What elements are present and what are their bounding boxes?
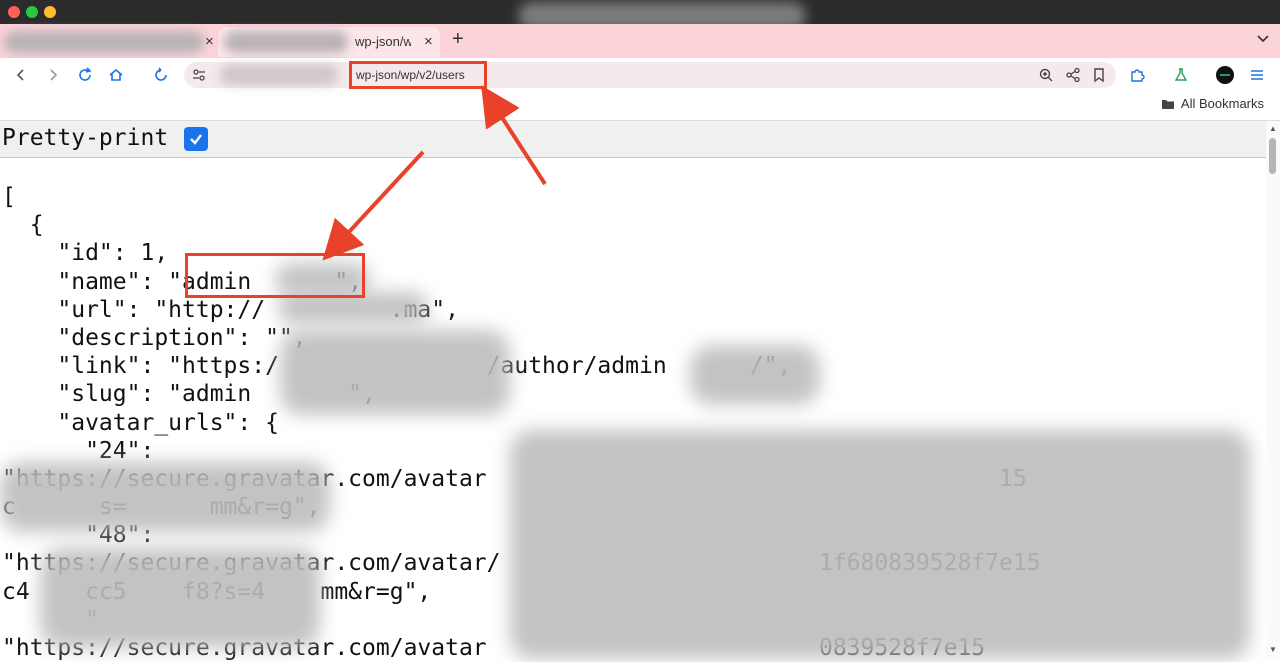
share-icon [1066, 67, 1080, 83]
tab-redacted-1[interactable]: × [0, 27, 218, 57]
zoom-icon [1039, 68, 1053, 82]
zoom-button[interactable] [1035, 58, 1057, 92]
json-line: "name": "admin ", [2, 268, 363, 295]
redacted-avatar-hashes [510, 430, 1250, 659]
json-line: "description": "", [2, 324, 307, 351]
json-line: "id": 1, [2, 240, 169, 267]
reload-icon [79, 67, 92, 81]
labs-button[interactable] [1170, 58, 1192, 92]
all-bookmarks-label: All Bookmarks [1180, 96, 1264, 111]
flask-icon [1174, 68, 1188, 81]
pretty-print-checkbox[interactable] [184, 127, 208, 151]
redacted-avatar-24 [0, 462, 330, 532]
avatar-icon [1216, 66, 1234, 84]
scroll-down-icon[interactable]: ▼ [1269, 645, 1277, 654]
reload-button[interactable] [74, 58, 96, 92]
back-arrow-icon [16, 69, 24, 81]
tab-close-icon[interactable]: × [424, 33, 433, 50]
extensions-button[interactable] [1126, 58, 1148, 92]
puzzle-icon [1131, 69, 1145, 82]
profile-button[interactable] [1214, 58, 1236, 92]
bookmark-button[interactable] [1088, 58, 1110, 92]
site-info-button[interactable] [188, 58, 210, 92]
redacted-link-domain [280, 330, 510, 415]
hamburger-menu-icon [1251, 70, 1263, 80]
json-line: "link": "https:/ /author/admin /", [57, 353, 791, 380]
redacted-avatar-48 [40, 548, 320, 648]
site-settings-icon [193, 69, 205, 81]
checkmark-icon [190, 134, 202, 145]
json-line: "slug": "admin ", [2, 381, 376, 408]
history-icon [155, 67, 167, 81]
scrollbar-track[interactable] [1266, 121, 1280, 659]
name-highlight-box [185, 253, 365, 298]
back-button[interactable] [10, 58, 32, 92]
forward-button[interactable] [42, 58, 64, 92]
scrollbar-thumb[interactable] [1269, 138, 1276, 174]
pretty-print-label: Pretty-print [2, 125, 169, 151]
json-line: { [2, 212, 44, 239]
new-tab-button[interactable]: + [452, 28, 464, 51]
all-bookmarks-button[interactable]: All Bookmarks [1161, 96, 1264, 111]
history-button[interactable] [150, 58, 172, 92]
folder-icon [1161, 99, 1174, 109]
tab-active[interactable]: wp-json/wp/v2/users × [218, 27, 440, 57]
bookmark-icon [1094, 68, 1104, 83]
maximize-window-button[interactable] [26, 6, 38, 18]
json-line: [ [2, 184, 16, 210]
share-button[interactable] [1062, 58, 1084, 92]
scroll-up-icon[interactable]: ▲ [1269, 124, 1277, 133]
redacted-link-author [690, 345, 820, 405]
tab-list-menu-icon[interactable] [1257, 30, 1269, 46]
forward-arrow-icon [50, 69, 58, 81]
tab-close-icon[interactable]: × [205, 33, 214, 50]
json-line: "url": "http:// .ma", [2, 296, 459, 323]
home-button[interactable] [105, 58, 127, 92]
close-window-button[interactable] [8, 6, 20, 18]
url-highlight-box [349, 61, 487, 89]
main-menu-button[interactable] [1246, 58, 1268, 92]
redacted-domain [220, 65, 338, 85]
minimize-window-button[interactable] [44, 6, 56, 18]
tab-title: wp-json/wp/v2/users [355, 34, 411, 49]
home-icon [109, 68, 123, 81]
window-title-bar [0, 0, 1280, 30]
tab-strip: × wp-json/wp/v2/users × [0, 24, 1280, 58]
